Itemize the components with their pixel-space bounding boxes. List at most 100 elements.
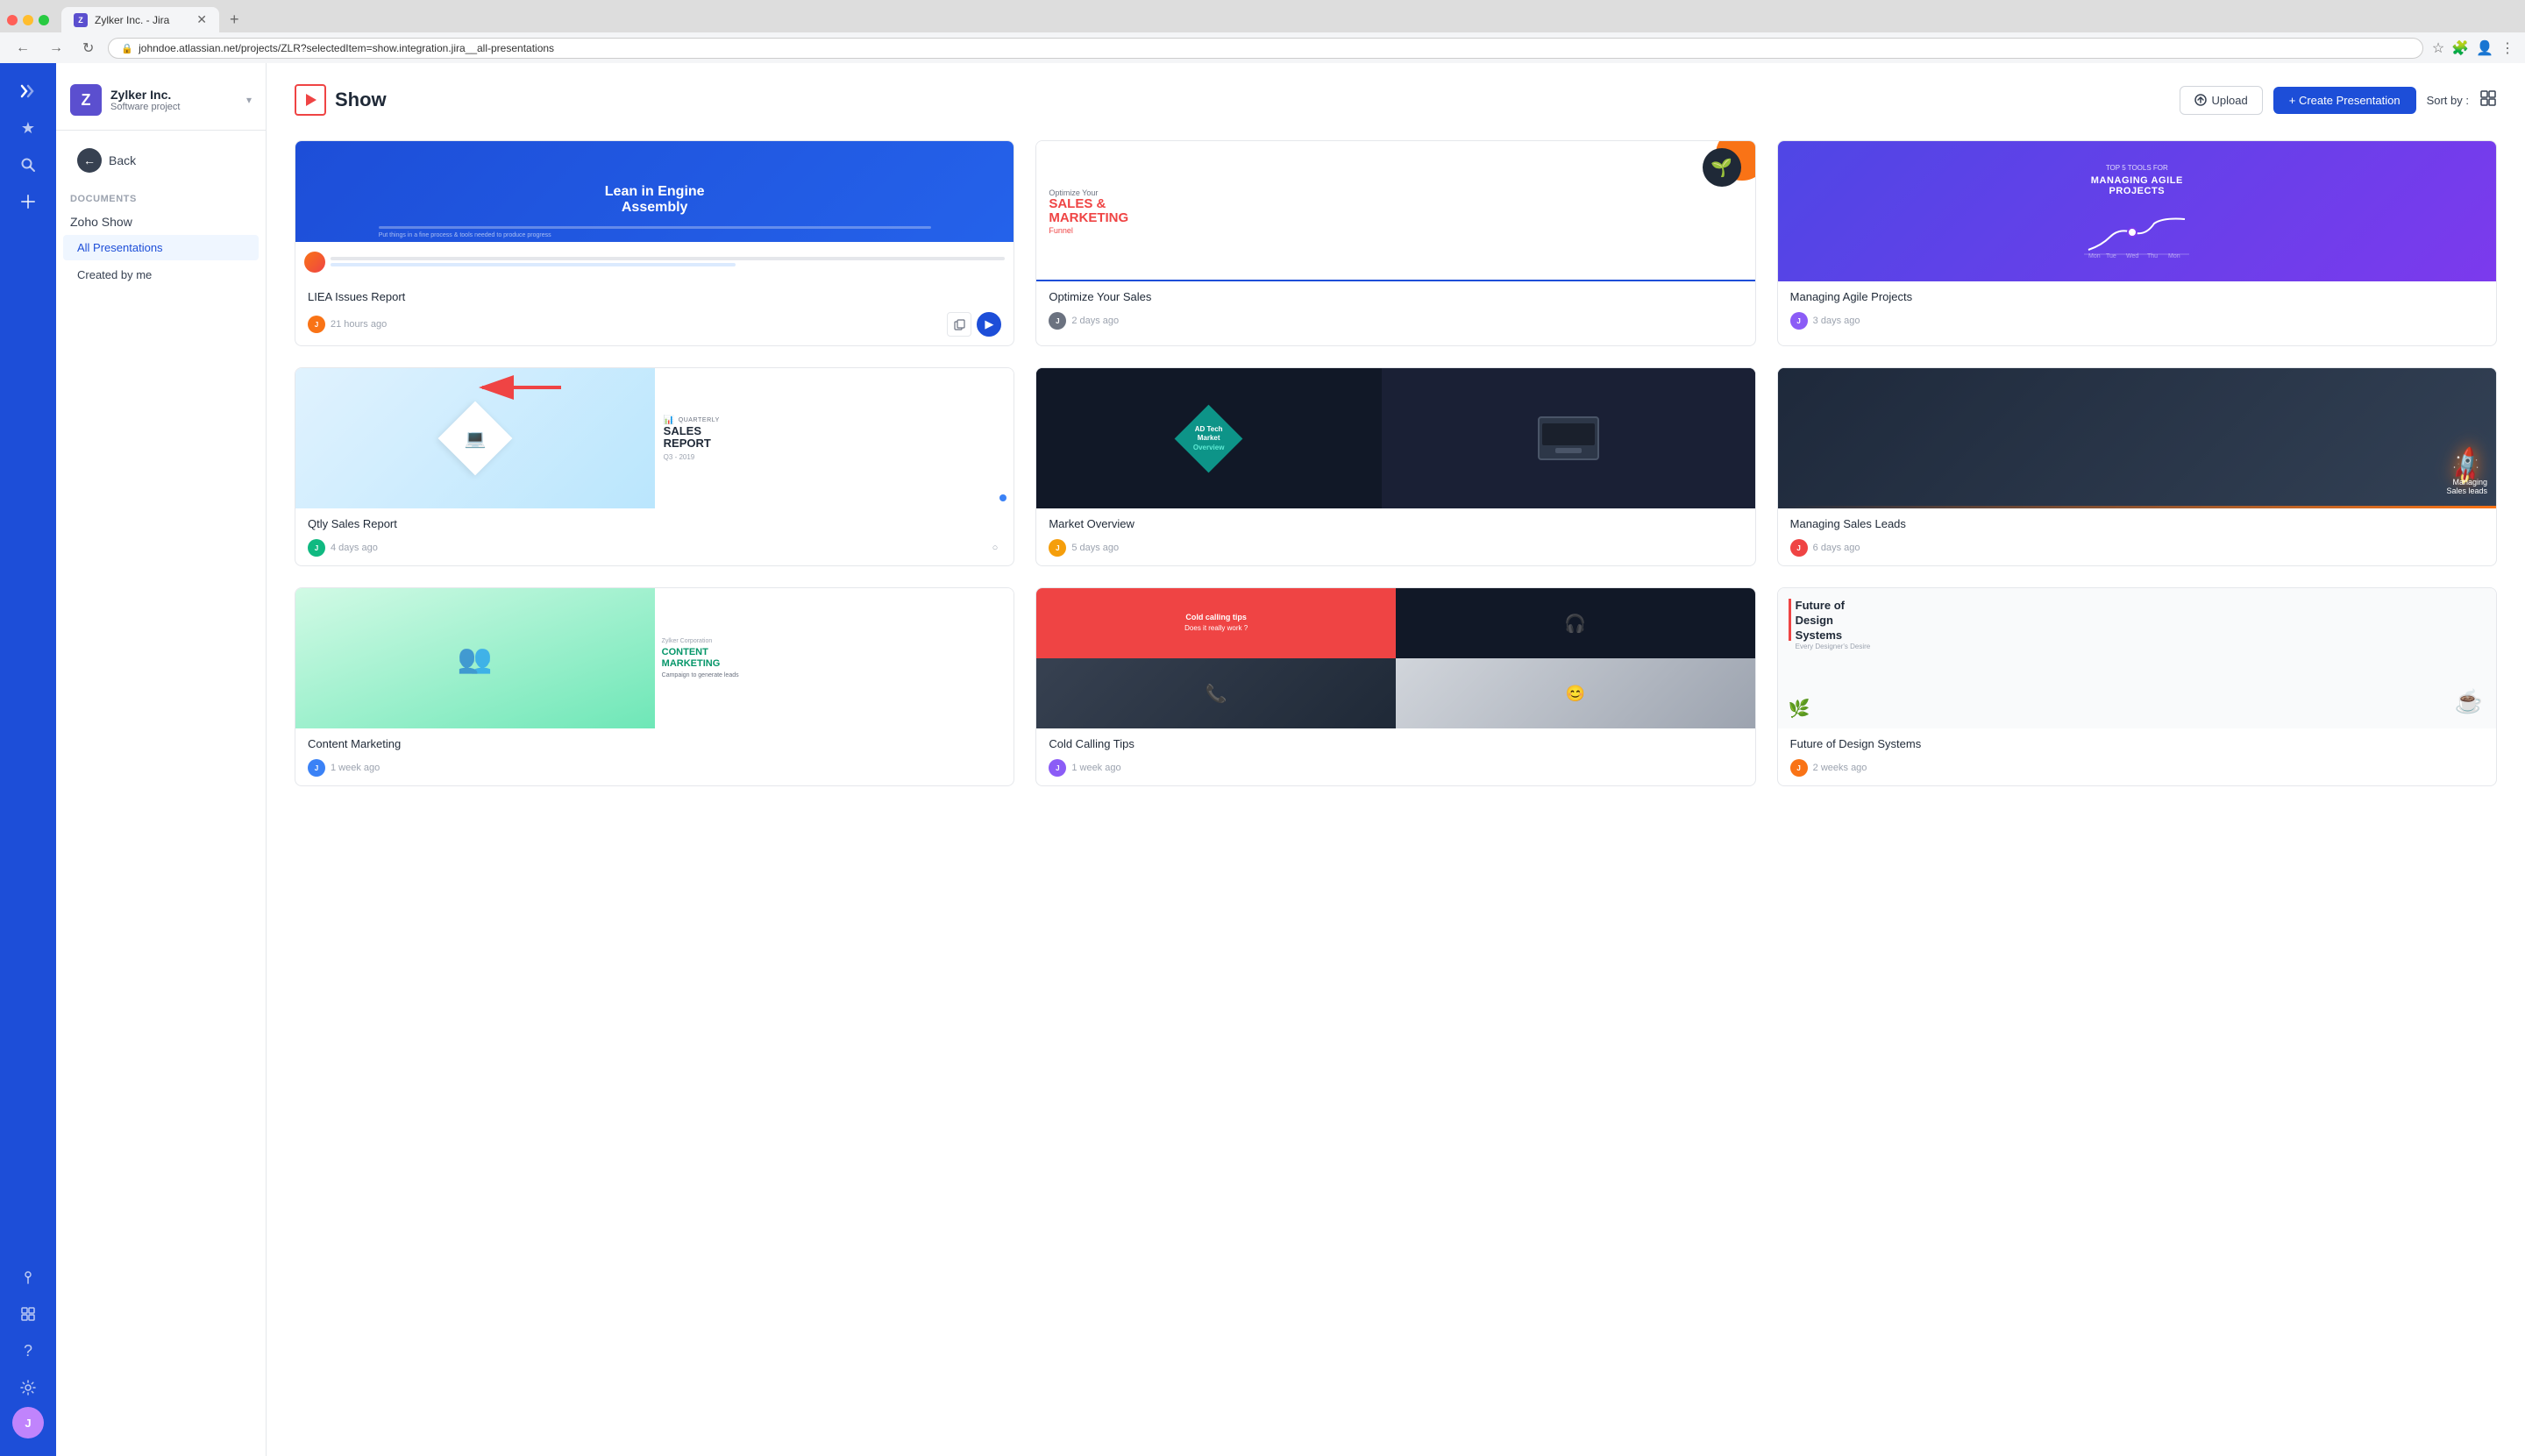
back-nav-button[interactable]: ← Back	[63, 141, 259, 180]
card-avatar-cold: J	[1049, 759, 1066, 777]
card-meta-leads: J 6 days ago	[1778, 539, 2496, 565]
project-chevron-icon[interactable]: ▾	[246, 94, 252, 106]
traffic-light-green[interactable]	[39, 15, 49, 25]
create-label: + Create Presentation	[2289, 94, 2401, 107]
card-footer-agile: Managing Agile Projects	[1778, 281, 2496, 312]
card-copy-button-liea[interactable]	[947, 312, 971, 337]
refresh-button[interactable]: ↻	[77, 38, 99, 59]
card-play-button-liea[interactable]: ▶	[977, 312, 1001, 337]
card-footer-cold: Cold Calling Tips	[1036, 728, 1754, 759]
project-logo: Z	[70, 84, 102, 116]
card-time-future: 2 weeks ago	[1813, 763, 1867, 773]
card-time-content: 1 week ago	[331, 763, 380, 773]
sidebar-icon-star[interactable]: ★	[11, 110, 46, 146]
sidebar-item-created-by-me[interactable]: Created by me	[63, 262, 259, 288]
card-thumbnail-sales: 🌱 Optimize Your SALES &MARKETING Funnel	[1036, 141, 1754, 281]
profile-button[interactable]: 👤	[2476, 39, 2493, 57]
sidebar-icon-help[interactable]: ?	[11, 1333, 46, 1368]
extensions-button[interactable]: 🧩	[2451, 39, 2469, 57]
sidebar-icon-settings[interactable]	[11, 1370, 46, 1405]
traffic-light-yellow[interactable]	[23, 15, 33, 25]
presentation-card-sales[interactable]: 🌱 Optimize Your SALES &MARKETING Funnel …	[1035, 140, 1755, 346]
user-avatar[interactable]: J	[12, 1407, 44, 1438]
presentation-card-content[interactable]: 👥 Zylker Corporation CONTENTMARKETING Ca…	[295, 587, 1014, 786]
card-meta-market: J 5 days ago	[1036, 539, 1754, 565]
card-thumbnail-content: 👥 Zylker Corporation CONTENTMARKETING Ca…	[295, 588, 1014, 728]
presentation-card-liea[interactable]: Lean in EngineAssembly Put things in a f…	[295, 140, 1014, 346]
card-title-content: Content Marketing	[308, 737, 1001, 750]
page-title: Show	[335, 89, 387, 111]
card-thumbnail-liea: Lean in EngineAssembly Put things in a f…	[295, 141, 1014, 281]
sidebar-icon-pin[interactable]	[11, 1260, 46, 1295]
card-meta-content: J 1 week ago	[295, 759, 1014, 785]
sidebar-icon-grid[interactable]	[11, 1296, 46, 1332]
create-presentation-button[interactable]: + Create Presentation	[2273, 87, 2416, 114]
traffic-light-red[interactable]	[7, 15, 18, 25]
card-avatar-qtly: J	[308, 539, 325, 557]
card-meta-cold: J 1 week ago	[1036, 759, 1754, 785]
sidebar-icon-logo[interactable]	[11, 74, 46, 109]
icon-sidebar-top: ★	[11, 74, 46, 1256]
card-footer-leads: Managing Sales Leads	[1778, 508, 2496, 539]
card-footer-qtly: Qtly Sales Report	[295, 508, 1014, 539]
card-avatar-market: J	[1049, 539, 1066, 557]
card-title-agile: Managing Agile Projects	[1790, 290, 2484, 303]
tab-close-button[interactable]: ✕	[196, 12, 207, 27]
presentation-card-market[interactable]: AD TechMarketOverview Market Overview	[1035, 367, 1755, 566]
sidebar-item-all-presentations[interactable]: All Presentations	[63, 235, 259, 260]
card-title-market: Market Overview	[1049, 517, 1742, 530]
project-type: Software project	[110, 102, 238, 112]
agile-thumb-title: MANAGING AGILEPROJECTS	[2091, 175, 2183, 196]
show-logo: Show	[295, 84, 2180, 116]
upload-label: Upload	[2212, 94, 2248, 107]
svg-text:Tue: Tue	[2106, 253, 2116, 259]
presentation-card-future[interactable]: Future ofDesignSystems Every Designer's …	[1777, 587, 2497, 786]
card-meta-sales: J 2 days ago	[1036, 312, 1754, 338]
card-thumbnail-leads: 🚀 ManagingSales leads	[1778, 368, 2496, 508]
card-footer-future: Future of Design Systems	[1778, 728, 2496, 759]
active-tab[interactable]: Z Zylker Inc. - Jira ✕	[61, 7, 219, 32]
presentation-card-leads[interactable]: 🚀 ManagingSales leads Managing Sales Lea…	[1777, 367, 2497, 566]
card-title-leads: Managing Sales Leads	[1790, 517, 2484, 530]
card-thumbnail-market: AD TechMarketOverview	[1036, 368, 1754, 508]
presentation-card-qtly[interactable]: 💻 📊 QUARTERLY SALESREPORT Q3 - 2019 Qtly…	[295, 367, 1014, 566]
nav-actions: ☆ 🧩 👤 ⋮	[2432, 39, 2514, 57]
presentation-card-cold[interactable]: Cold calling tipsDoes it really work ? 🎧…	[1035, 587, 1755, 786]
tab-title: Zylker Inc. - Jira	[95, 14, 169, 26]
main-content: Show Upload + Create Presentation Sort b…	[267, 63, 2525, 1456]
bookmark-star-button[interactable]: ☆	[2432, 39, 2444, 57]
forward-button[interactable]: →	[44, 39, 68, 58]
sidebar-icon-add[interactable]	[11, 184, 46, 219]
card-meta-future: J 2 weeks ago	[1778, 759, 2496, 785]
liea-thumb-bottom	[295, 242, 1014, 281]
menu-button[interactable]: ⋮	[2500, 39, 2514, 57]
sidebar-icon-search[interactable]	[11, 147, 46, 182]
card-time-liea: 21 hours ago	[331, 319, 387, 330]
project-info: Zylker Inc. Software project	[110, 88, 238, 112]
card-time-qtly: 4 days ago	[331, 543, 378, 553]
sort-icon-button[interactable]	[2479, 89, 2497, 111]
card-time-agile: 3 days ago	[1813, 316, 1860, 326]
upload-button[interactable]: Upload	[2180, 86, 2263, 115]
card-title-qtly: Qtly Sales Report	[308, 517, 1001, 530]
url-text: johndoe.atlassian.net/projects/ZLR?selec…	[139, 42, 554, 54]
address-bar[interactable]: 🔒 johndoe.atlassian.net/projects/ZLR?sel…	[108, 38, 2422, 59]
card-meta-agile: J 3 days ago	[1778, 312, 2496, 338]
back-circle-icon: ←	[77, 148, 102, 173]
card-title-liea: LIEA Issues Report	[308, 290, 1001, 303]
back-button[interactable]: ←	[11, 39, 35, 58]
presentations-grid: Lean in EngineAssembly Put things in a f…	[295, 140, 2497, 786]
card-title-sales: Optimize Your Sales	[1049, 290, 1742, 303]
tab-favicon: Z	[74, 13, 88, 27]
card-footer-sales: Optimize Your Sales	[1036, 281, 1754, 312]
svg-text:Mon: Mon	[2088, 253, 2101, 259]
card-avatar-content: J	[308, 759, 325, 777]
sidebar-app-title: Zoho Show	[56, 210, 266, 234]
agile-chart-svg: Mon Tue Wed Thu Mon	[2084, 210, 2189, 259]
new-tab-button[interactable]: +	[223, 7, 246, 32]
sidebar-header: Z Zylker Inc. Software project ▾	[56, 77, 266, 131]
card-avatar-agile: J	[1790, 312, 1808, 330]
card-title-future: Future of Design Systems	[1790, 737, 2484, 750]
sidebar-section-label: DOCUMENTS	[56, 183, 266, 210]
presentation-card-agile[interactable]: TOP 5 TOOLS FOR MANAGING AGILEPROJECTS M…	[1777, 140, 2497, 346]
